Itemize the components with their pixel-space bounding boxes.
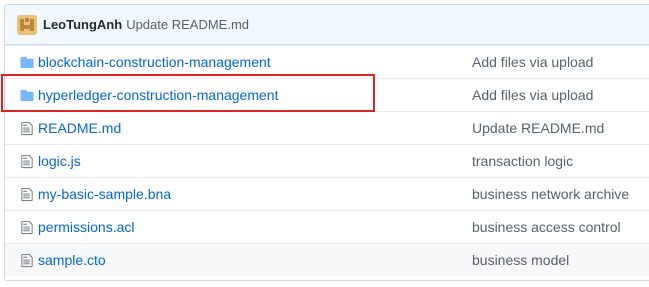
file-name-link[interactable]: logic.js [38, 153, 81, 169]
file-icon [21, 121, 33, 136]
file-row-my-basic-sample-bna[interactable]: my-basic-sample.bna business network arc… [5, 177, 649, 210]
file-row-permissions-acl[interactable]: permissions.acl business access control [5, 210, 649, 243]
commit-author-link[interactable]: LeoTungAnh [43, 17, 122, 32]
file-commit-message[interactable]: business network archive [472, 186, 629, 202]
file-name-link[interactable]: my-basic-sample.bna [38, 186, 171, 202]
file-icon [21, 220, 33, 235]
file-commit-message[interactable]: Add files via upload [472, 87, 593, 103]
commit-message-link[interactable]: Update README.md [126, 17, 249, 32]
latest-commit-bar: LeoTungAnh Update README.md [5, 5, 649, 45]
file-icon [21, 253, 33, 268]
avatar[interactable] [17, 14, 37, 35]
file-name-link[interactable]: blockchain-construction-management [38, 54, 271, 70]
file-name-link[interactable]: sample.cto [38, 252, 106, 268]
file-row-logic-js[interactable]: logic.js transaction logic [5, 144, 649, 177]
folder-icon [20, 89, 34, 102]
file-commit-message[interactable]: Add files via upload [472, 54, 593, 70]
file-icon [21, 154, 33, 169]
folder-icon [20, 56, 34, 69]
file-row-readme[interactable]: README.md Update README.md [5, 111, 649, 144]
file-commit-message[interactable]: business access control [472, 219, 621, 235]
file-icon [21, 187, 33, 202]
file-commit-message[interactable]: transaction logic [472, 153, 573, 169]
file-commit-message[interactable]: Update README.md [472, 120, 604, 136]
file-name-link[interactable]: README.md [38, 120, 121, 136]
file-row-hyperledger-construction-management[interactable]: hyperledger-construction-management Add … [5, 78, 649, 111]
file-row-blockchain-construction-management[interactable]: blockchain-construction-management Add f… [5, 45, 649, 78]
file-list: LeoTungAnh Update README.md blockchain-c… [4, 4, 649, 281]
file-commit-message[interactable]: business model [472, 252, 569, 268]
file-row-sample-cto[interactable]: sample.cto business model [5, 243, 649, 276]
file-name-link[interactable]: permissions.acl [38, 219, 134, 235]
file-name-link[interactable]: hyperledger-construction-management [38, 87, 278, 103]
